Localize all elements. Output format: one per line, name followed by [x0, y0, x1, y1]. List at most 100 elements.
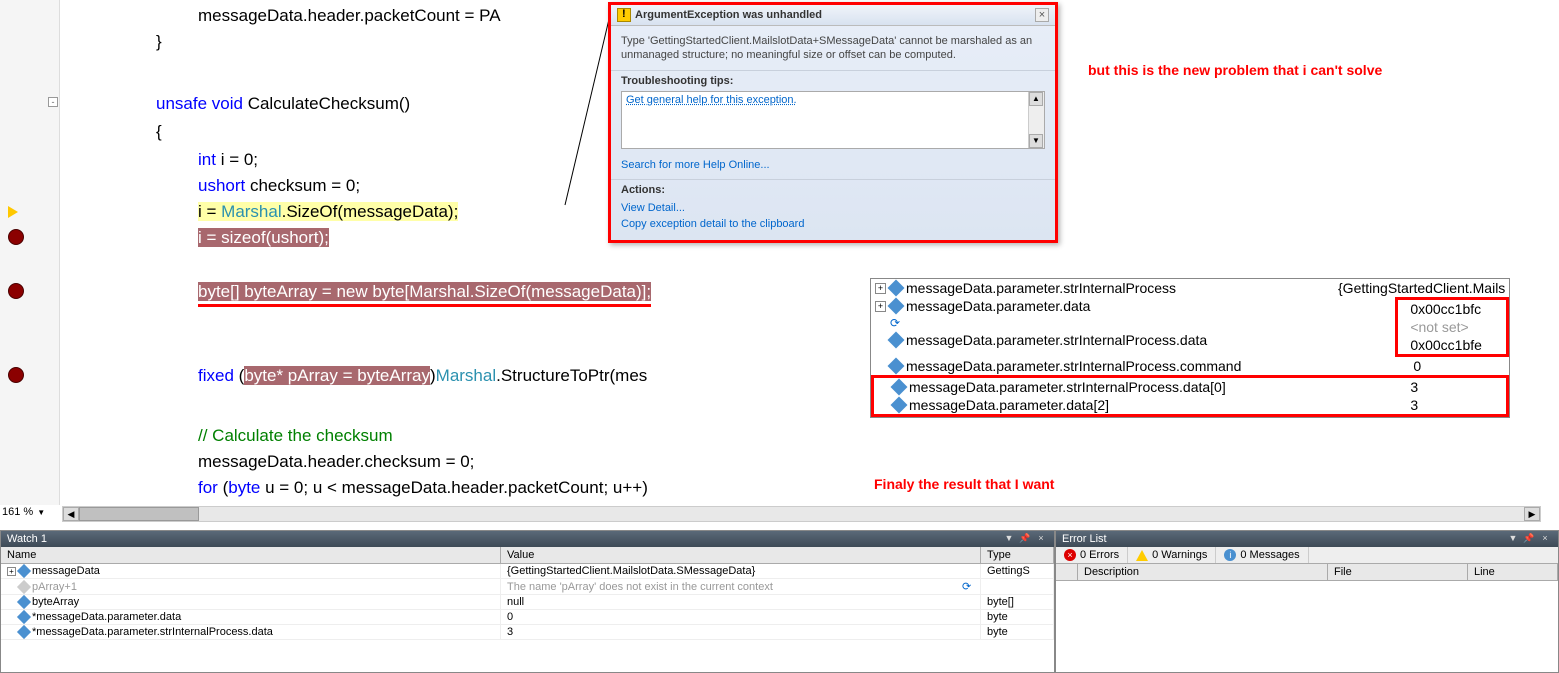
help-link[interactable]: Get general help for this exception. [622, 92, 801, 108]
panel-title: Watch 1 [7, 533, 1000, 545]
zoom-level[interactable]: 161 % ▼ [2, 506, 45, 518]
watch-panel: Watch 1 ▼ 📌 × Name Value Type +messageDa… [0, 530, 1055, 673]
watch-row[interactable]: pArray+1 The name 'pArray' does not exis… [1, 579, 1054, 595]
dropdown-icon[interactable]: ▼ [37, 508, 45, 517]
messages-tab[interactable]: i0 Messages [1216, 547, 1308, 563]
watch-grid[interactable]: +messageData {GettingStartedClient.Mails… [1, 564, 1054, 672]
scroll-right-icon[interactable]: ▶ [1524, 507, 1540, 521]
col-description[interactable]: Description [1078, 564, 1328, 580]
datatip-value: {GettingStartedClient.Mails [1330, 280, 1505, 296]
datatip-row[interactable]: + messageData.parameter.strInternalProce… [871, 279, 1509, 297]
errors-tab[interactable]: ×0 Errors [1056, 547, 1128, 563]
zoom-value: 161 % [2, 506, 33, 518]
warnings-tab[interactable]: 0 Warnings [1128, 547, 1216, 563]
datatip-row[interactable]: messageData.parameter.strInternalProcess… [874, 378, 1506, 396]
code-line: i = Marshal.SizeOf(messageData); [198, 200, 458, 224]
field-icon [17, 610, 31, 624]
watch-type: byte[] [981, 595, 1054, 609]
watch-value: {GettingStartedClient.MailslotData.SMess… [501, 564, 981, 578]
datatip-value: 3 [1402, 397, 1502, 413]
info-icon: i [1224, 549, 1236, 561]
col-line[interactable]: Line [1468, 564, 1558, 580]
exception-popup: ArgumentException was unhandled × Type '… [608, 2, 1058, 243]
watch-row[interactable]: byteArray null byte[] [1, 595, 1054, 610]
data-tip[interactable]: + messageData.parameter.strInternalProce… [870, 278, 1510, 418]
datatip-name: messageData.parameter.strInternalProcess [906, 280, 1326, 296]
expand-icon[interactable]: + [875, 301, 886, 312]
watch-type: GettingS [981, 564, 1054, 578]
code-line: unsafe void CalculateChecksum() [156, 92, 410, 116]
scroll-left-icon[interactable]: ◀ [63, 507, 79, 521]
actions-heading: Actions: [611, 179, 1055, 198]
collapse-toggle[interactable]: - [48, 97, 58, 107]
datatip-row[interactable]: ⟳ [871, 315, 1395, 331]
watch-row[interactable]: *messageData.parameter.data 0 byte [1, 610, 1054, 625]
copy-exception-link[interactable]: Copy exception detail to the clipboard [621, 216, 1045, 232]
watch-name: *messageData.parameter.data [32, 611, 181, 623]
refresh-icon[interactable]: ⟳ [890, 316, 904, 330]
col-value[interactable]: Value [501, 547, 981, 563]
close-icon[interactable]: × [1034, 533, 1048, 545]
watch-row[interactable]: *messageData.parameter.strInternalProces… [1, 625, 1054, 640]
close-icon[interactable]: × [1035, 8, 1049, 22]
pin-icon[interactable]: 📌 [1522, 533, 1536, 545]
field-icon [17, 595, 31, 609]
code-line: byte[] byteArray = new byte[Marshal.Size… [198, 280, 651, 307]
editor-gutter: - [0, 0, 60, 505]
datatip-value: 0x00cc1bfc [1402, 301, 1502, 317]
expand-icon[interactable]: + [875, 283, 886, 294]
scroll-up-icon[interactable]: ▲ [1029, 92, 1043, 106]
view-detail-link[interactable]: View Detail... [621, 200, 1045, 216]
watch-row[interactable]: +messageData {GettingStartedClient.Mails… [1, 564, 1054, 579]
scroll-down-icon[interactable]: ▼ [1029, 134, 1043, 148]
watch-value: 3 [501, 625, 981, 639]
datatip-value: 0x00cc1bfe [1402, 337, 1502, 353]
breakpoint-icon[interactable] [8, 367, 24, 383]
dropdown-icon[interactable]: ▼ [1002, 533, 1016, 545]
field-icon [888, 332, 905, 349]
datatip-row[interactable]: + messageData.parameter.data [871, 297, 1395, 315]
error-list-header: Description File Line [1056, 564, 1558, 581]
tips-scrollbar[interactable]: ▲ ▼ [1028, 92, 1044, 148]
watch-name: pArray+1 [32, 581, 77, 593]
pin-icon[interactable]: 📌 [1018, 533, 1032, 545]
horizontal-scrollbar[interactable]: ◀ ▶ [62, 506, 1541, 522]
col-file[interactable]: File [1328, 564, 1468, 580]
watch-value: The name 'pArray' does not exist in the … [507, 581, 959, 593]
search-online-link[interactable]: Search for more Help Online... [611, 157, 1055, 179]
datatip-row[interactable]: messageData.parameter.data[2] 3 [874, 396, 1506, 414]
close-icon[interactable]: × [1538, 533, 1552, 545]
code-line: messageData.header.checksum = 0; [198, 450, 474, 474]
tips-box: Get general help for this exception. ▲ ▼ [621, 91, 1045, 149]
warning-icon [617, 8, 631, 22]
code-line: for (byte u = 0; u < messageData.header.… [198, 476, 648, 500]
error-list-panel: Error List ▼ 📌 × ×0 Errors 0 Warnings i0… [1055, 530, 1559, 673]
annotation-text: but this is the new problem that i can't… [1088, 62, 1382, 78]
col-type[interactable]: Type [981, 547, 1054, 563]
breakpoint-icon[interactable] [8, 229, 24, 245]
refresh-icon[interactable]: ⟳ [962, 580, 974, 593]
field-icon [17, 625, 31, 639]
breakpoint-icon[interactable] [8, 283, 24, 299]
popup-titlebar[interactable]: ArgumentException was unhandled × [611, 5, 1055, 26]
panel-titlebar[interactable]: Error List ▼ 📌 × [1056, 531, 1558, 547]
col-name[interactable]: Name [1, 547, 501, 563]
code-line: i = sizeof(ushort); [198, 226, 329, 250]
datatip-value: 3 [1402, 379, 1502, 395]
dropdown-icon[interactable]: ▼ [1506, 533, 1520, 545]
expand-icon[interactable]: + [7, 567, 16, 576]
datatip-name: messageData.parameter.data[2] [909, 397, 1398, 413]
watch-name: byteArray [32, 596, 79, 608]
field-icon [888, 298, 905, 315]
datatip-value: <not set> [1402, 319, 1502, 335]
panel-titlebar[interactable]: Watch 1 ▼ 📌 × [1, 531, 1054, 547]
popup-message: Type 'GettingStartedClient.MailslotData+… [611, 26, 1055, 70]
tips-heading: Troubleshooting tips: [611, 70, 1055, 89]
scrollbar-thumb[interactable] [79, 507, 199, 521]
watch-header: Name Value Type [1, 547, 1054, 564]
popup-title: ArgumentException was unhandled [635, 9, 1035, 21]
datatip-row[interactable]: messageData.parameter.strInternalProcess… [871, 357, 1509, 375]
datatip-row[interactable]: messageData.parameter.strInternalProcess… [871, 331, 1395, 349]
panel-title: Error List [1062, 533, 1504, 545]
error-list-grid[interactable] [1056, 581, 1558, 672]
